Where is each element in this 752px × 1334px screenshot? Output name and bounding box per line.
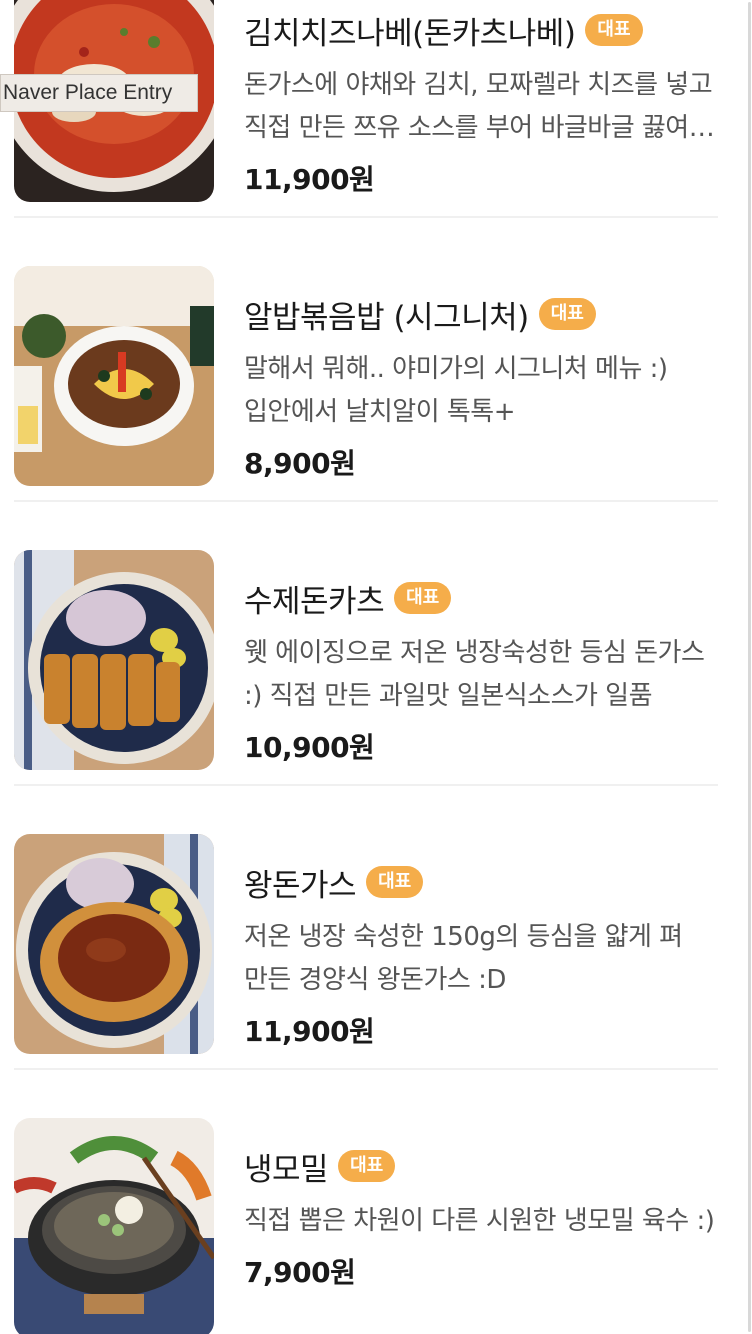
menu-item-name: 수제돈카츠 [244,583,385,620]
signature-badge: 대표 [338,1150,396,1182]
menu-item-photo[interactable] [14,834,214,1054]
menu-item-description: 웻 에이징으로 저온 냉장숙성한 등심 돈가스 :) 직접 만든 과일맛 일본식… [244,638,705,711]
naeng-momil-image [14,1118,214,1334]
signature-badge: 대표 [538,298,596,330]
menu-item-price: 11,900원 [244,1015,375,1048]
menu-item-info: 냉모밀 대표 직접 뽑은 차원이 다른 시원한 냉모밀 육수 :) 7,900원 [244,1142,720,1291]
menu-item-title-row: 왕돈가스 대표 [244,858,720,906]
menu-item-info: 김치치즈나베(돈카츠나베) 대표 돈가스에 야채와 김치, 모짜렐라 치즈를 넣… [244,6,720,198]
signature-badge: 대표 [394,582,452,614]
menu-item-price: 8,900원 [244,447,356,480]
menu-list: 김치치즈나베(돈카츠나베) 대표 돈가스에 야채와 김치, 모짜렐라 치즈를 넣… [0,0,740,1334]
menu-item-photo[interactable] [14,266,214,486]
tonkatsu-image [14,550,214,770]
menu-item-title-row: 냉모밀 대표 [244,1142,720,1190]
menu-item-name: 알밥볶음밥 (시그니처) [244,299,529,336]
menu-item-title-row: 수제돈카츠 대표 [244,574,720,622]
menu-item-description: 말해서 뭐해.. 야미가의 시그니처 메뉴 :) 입안에서 날치알이 톡톡+ [244,354,668,427]
scrollbar-thumb[interactable] [748,2,751,1332]
menu-item-photo[interactable] [14,1118,214,1334]
menu-item-price: 10,900원 [244,731,375,764]
menu-item-title-row: 알밥볶음밥 (시그니처) 대표 [244,290,720,338]
menu-page: 김치치즈나베(돈카츠나베) 대표 돈가스에 야채와 김치, 모짜렐라 치즈를 넣… [0,0,752,1334]
menu-item-description: 직접 뽑은 차원이 다른 시원한 냉모밀 육수 :) [244,1206,715,1236]
menu-item-name: 냉모밀 [244,1151,329,1188]
menu-item-info: 왕돈가스 대표 저온 냉장 숙성한 150g의 등심을 얇게 펴 만든 경양식 … [244,858,720,1050]
scrollbar[interactable] [746,0,752,1334]
menu-item-info: 알밥볶음밥 (시그니처) 대표 말해서 뭐해.. 야미가의 시그니처 메뉴 :)… [244,290,720,482]
menu-item-price: 7,900원 [244,1256,356,1289]
menu-item-photo[interactable] [14,550,214,770]
menu-item-price: 11,900원 [244,163,375,196]
menu-item[interactable]: 냉모밀 대표 직접 뽑은 차원이 다른 시원한 냉모밀 육수 :) 7,900원 [14,1102,718,1334]
menu-item[interactable]: 알밥볶음밥 (시그니처) 대표 말해서 뭐해.. 야미가의 시그니처 메뉴 :)… [14,250,718,502]
menu-item-title-row: 김치치즈나베(돈카츠나베) 대표 [244,6,720,54]
menu-item-name: 왕돈가스 [244,867,357,904]
menu-item-name: 김치치즈나베(돈카츠나베) [244,15,576,52]
hover-tooltip: Naver Place Entry [0,74,198,112]
menu-item-description: 돈가스에 야채와 김치, 모짜렐라 치즈를 넣고 직접 만든 쯔유 소스를 부어… [244,70,713,143]
menu-item[interactable]: 수제돈카츠 대표 웻 에이징으로 저온 냉장숙성한 등심 돈가스 :) 직접 만… [14,534,718,786]
wang-donkatsu-image [14,834,214,1054]
signature-badge: 대표 [585,14,643,46]
albap-image [14,266,214,486]
menu-item[interactable]: 왕돈가스 대표 저온 냉장 숙성한 150g의 등심을 얇게 펴 만든 경양식 … [14,818,718,1070]
signature-badge: 대표 [366,866,424,898]
menu-item-description: 저온 냉장 숙성한 150g의 등심을 얇게 펴 만든 경양식 왕돈가스 :D [244,922,683,995]
menu-item-info: 수제돈카츠 대표 웻 에이징으로 저온 냉장숙성한 등심 돈가스 :) 직접 만… [244,574,720,766]
